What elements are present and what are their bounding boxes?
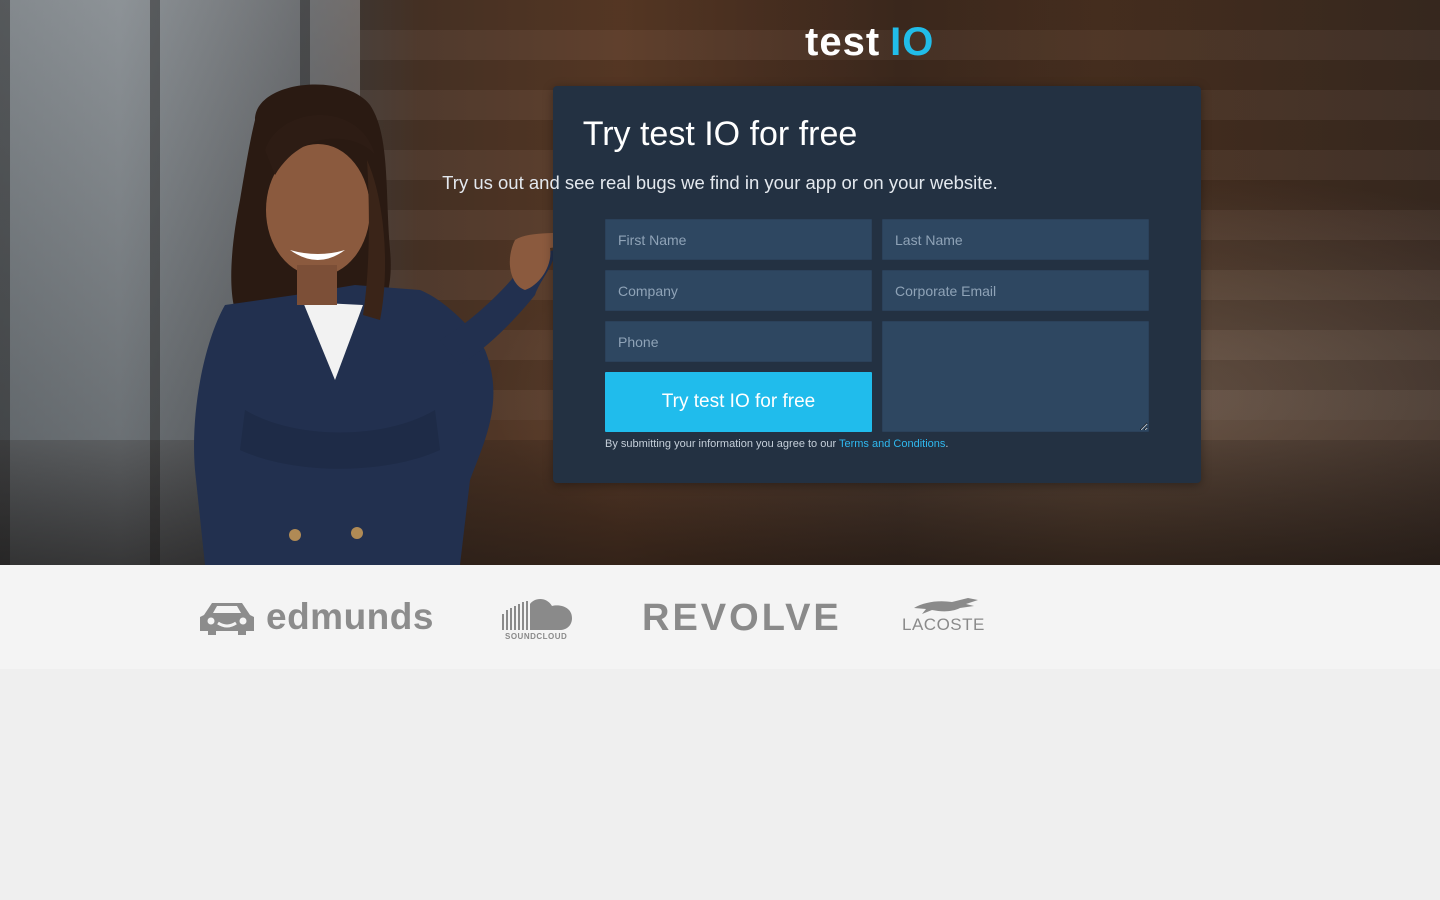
revolve-logo: REVOLVE	[642, 597, 842, 639]
logo-text-io: IO	[890, 19, 935, 64]
edmunds-logo: edmunds	[198, 592, 434, 642]
soundcloud-cloud-icon	[502, 599, 572, 630]
terms-notice: By submitting your information you agree…	[605, 438, 948, 450]
company-input[interactable]	[605, 270, 872, 311]
message-textarea[interactable]	[882, 321, 1149, 432]
form-subtitle: Try us out and see real bugs we find in …	[442, 172, 998, 193]
terms-prefix: By submitting your information you agree…	[605, 438, 839, 450]
phone-input[interactable]	[605, 321, 872, 362]
corporate-email-input[interactable]	[882, 270, 1149, 311]
edmunds-wordmark: edmunds	[266, 596, 434, 637]
crocodile-icon	[914, 598, 978, 614]
try-free-submit-button[interactable]: Try test IO for free	[605, 372, 872, 432]
lacoste-wordmark: LACOSTE	[902, 615, 985, 634]
logo-text-test: test	[805, 19, 881, 64]
last-name-input[interactable]	[882, 219, 1149, 260]
soundcloud-wordmark: SOUNDCLOUD	[505, 632, 568, 641]
lacoste-logo: LACOSTE	[900, 596, 992, 640]
first-name-input[interactable]	[605, 219, 872, 260]
test-io-logo[interactable]: test IO	[805, 20, 934, 64]
form-title: Try test IO for free	[582, 115, 858, 153]
car-icon	[200, 603, 254, 635]
terms-suffix: .	[945, 438, 949, 450]
terms-link[interactable]: Terms and Conditions	[839, 438, 945, 450]
soundcloud-logo: SOUNDCLOUD	[500, 596, 576, 644]
